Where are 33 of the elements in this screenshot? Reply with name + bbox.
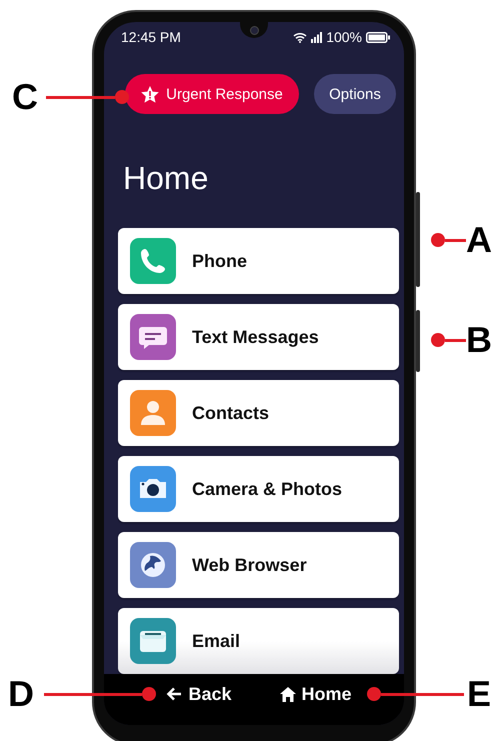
callout-letter: A — [466, 222, 492, 258]
callout-letter: D — [8, 676, 34, 712]
camera-lens-icon — [250, 26, 258, 34]
wifi-icon — [293, 32, 308, 42]
battery-icon — [366, 32, 390, 42]
back-arrow-icon — [166, 687, 182, 701]
camera-icon — [130, 466, 176, 512]
page-title: Home — [123, 159, 210, 198]
globe-icon — [130, 542, 176, 588]
phone-icon — [130, 238, 176, 284]
person-icon — [130, 390, 176, 436]
app-tile[interactable]: Web Browser — [118, 532, 399, 598]
app-tile[interactable]: Text Messages — [118, 304, 399, 370]
battery-percent: 100% — [326, 29, 362, 45]
app-tile[interactable]: Email — [118, 608, 399, 674]
callout-letter: B — [466, 322, 492, 358]
callout-letter: C — [12, 79, 38, 115]
back-button[interactable]: Back — [162, 684, 236, 704]
envelope-icon — [130, 618, 176, 664]
chat-bubble-icon — [130, 314, 176, 360]
status-time: 12:45 PM — [121, 29, 181, 45]
star-icon — [141, 86, 160, 102]
house-icon — [280, 686, 296, 702]
leader-line — [431, 233, 466, 247]
signal-icon — [311, 32, 322, 42]
urgent-response-button[interactable]: Urgent Response — [125, 74, 299, 114]
options-button[interactable]: Options — [314, 74, 396, 114]
callout-letter: E — [466, 676, 492, 712]
app-tile[interactable]: Phone — [118, 228, 399, 294]
leader-line — [431, 333, 466, 347]
app-tile[interactable]: Camera & Photos — [118, 456, 399, 522]
app-tile[interactable]: Contacts — [118, 380, 399, 446]
home-button[interactable]: Home — [276, 684, 356, 704]
